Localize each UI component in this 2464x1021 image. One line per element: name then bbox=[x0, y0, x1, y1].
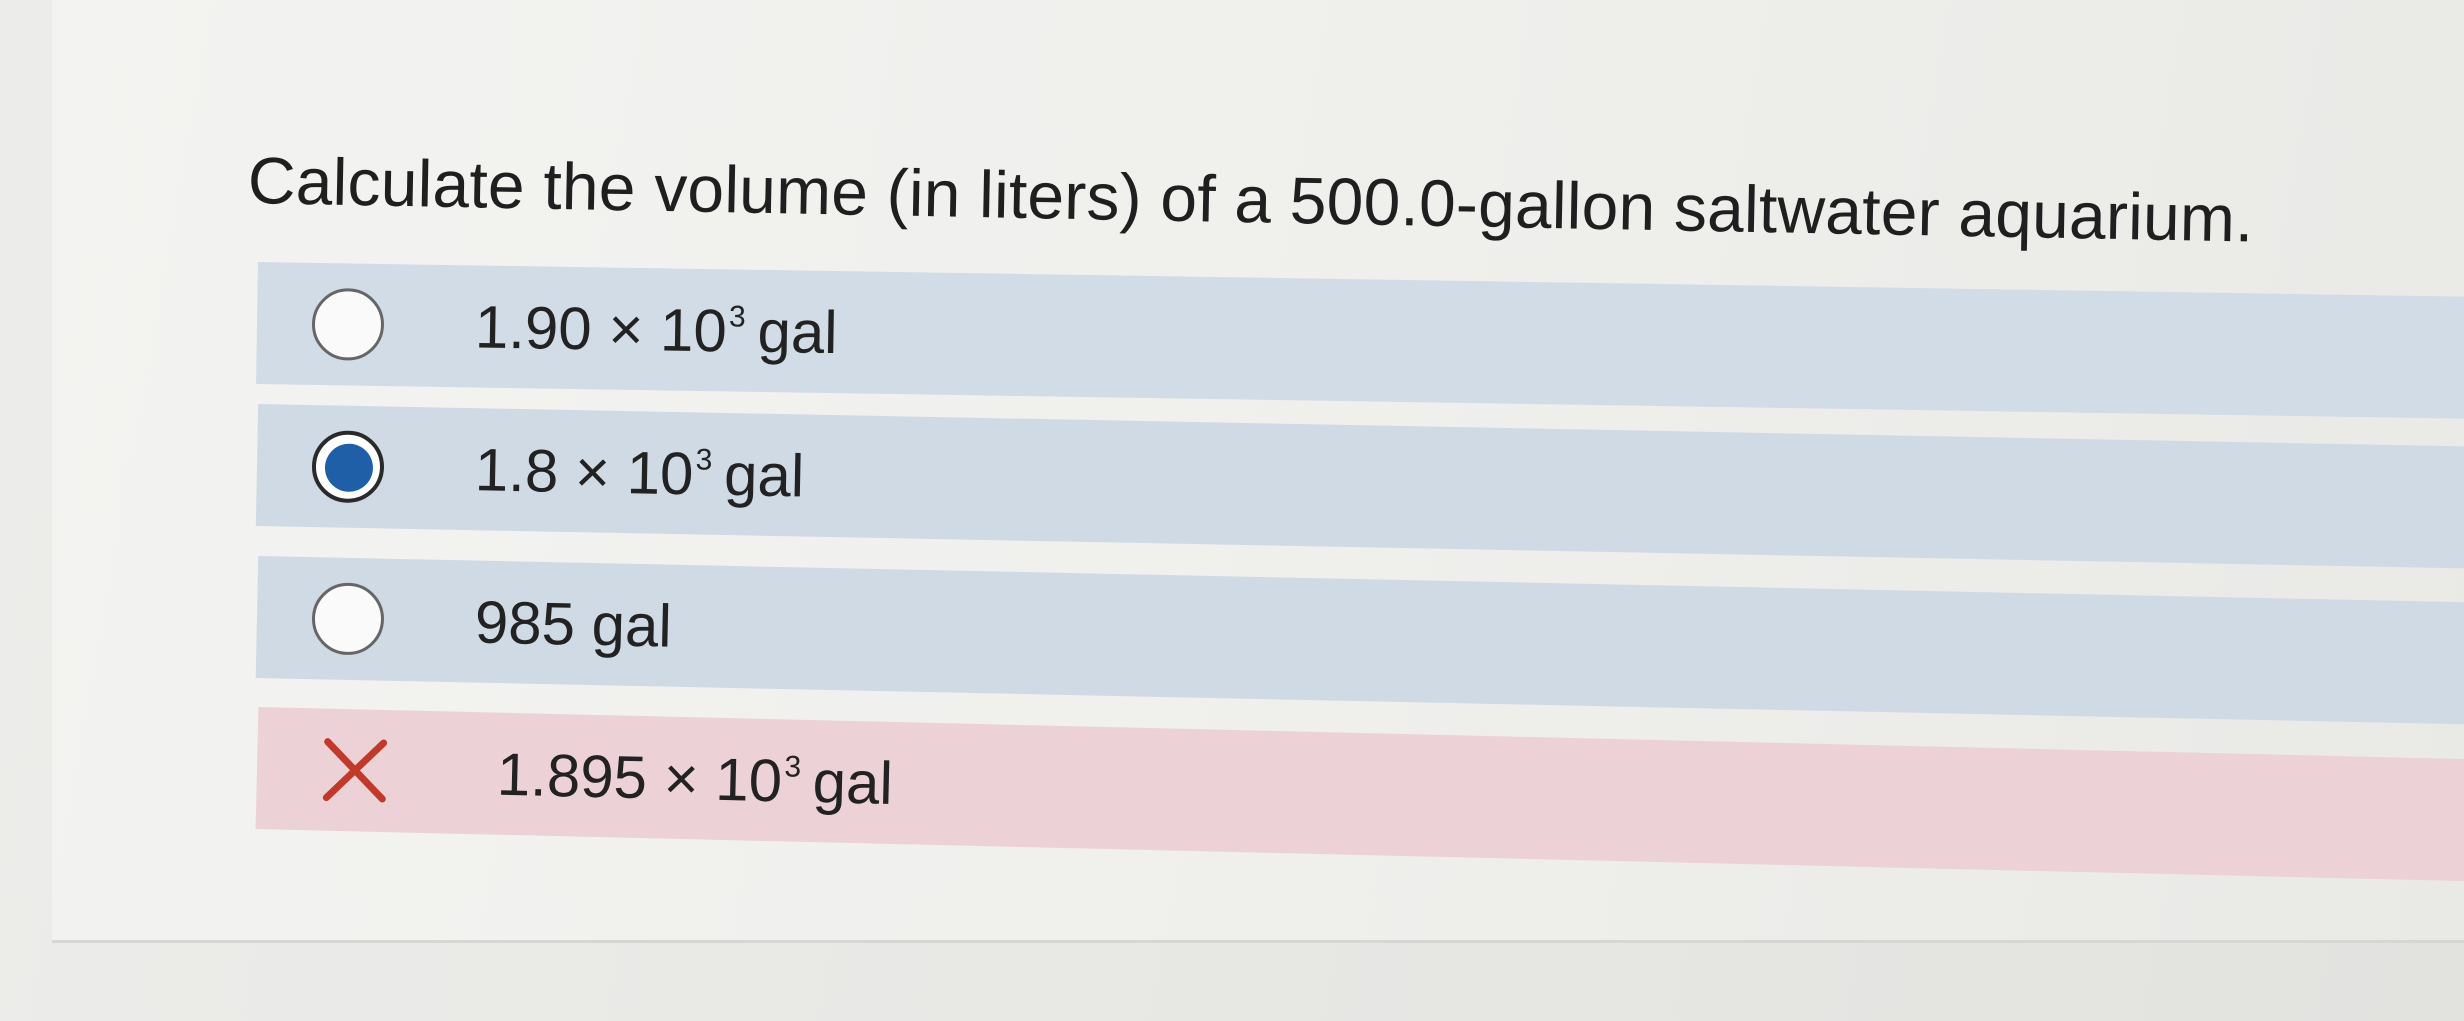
radio-button-icon[interactable] bbox=[311, 582, 385, 656]
answer-option-label: 985 gal bbox=[474, 588, 673, 660]
answer-option-2[interactable]: 1.8 × 103 gal bbox=[255, 404, 2464, 571]
answer-option-label: 1.8 × 103 gal bbox=[474, 435, 805, 510]
question-text: Calculate the volume (in liters) of a 50… bbox=[247, 143, 2255, 256]
page: Calculate the volume (in liters) of a 50… bbox=[0, 0, 2464, 1021]
answer-option-4-incorrect[interactable]: 1.895 × 103 gal bbox=[255, 707, 2464, 884]
radio-button-selected-icon[interactable] bbox=[311, 430, 385, 504]
answer-option-3[interactable]: 985 gal bbox=[255, 556, 2464, 727]
answer-option-label: 1.90 × 103 gal bbox=[474, 292, 839, 366]
question-card: Calculate the volume (in liters) of a 50… bbox=[52, 0, 2464, 943]
answer-option-1[interactable]: 1.90 × 103 gal bbox=[256, 262, 2464, 421]
x-mark-icon bbox=[322, 738, 388, 803]
answer-option-label: 1.895 × 103 gal bbox=[496, 740, 894, 817]
radio-button-icon[interactable] bbox=[311, 287, 385, 361]
